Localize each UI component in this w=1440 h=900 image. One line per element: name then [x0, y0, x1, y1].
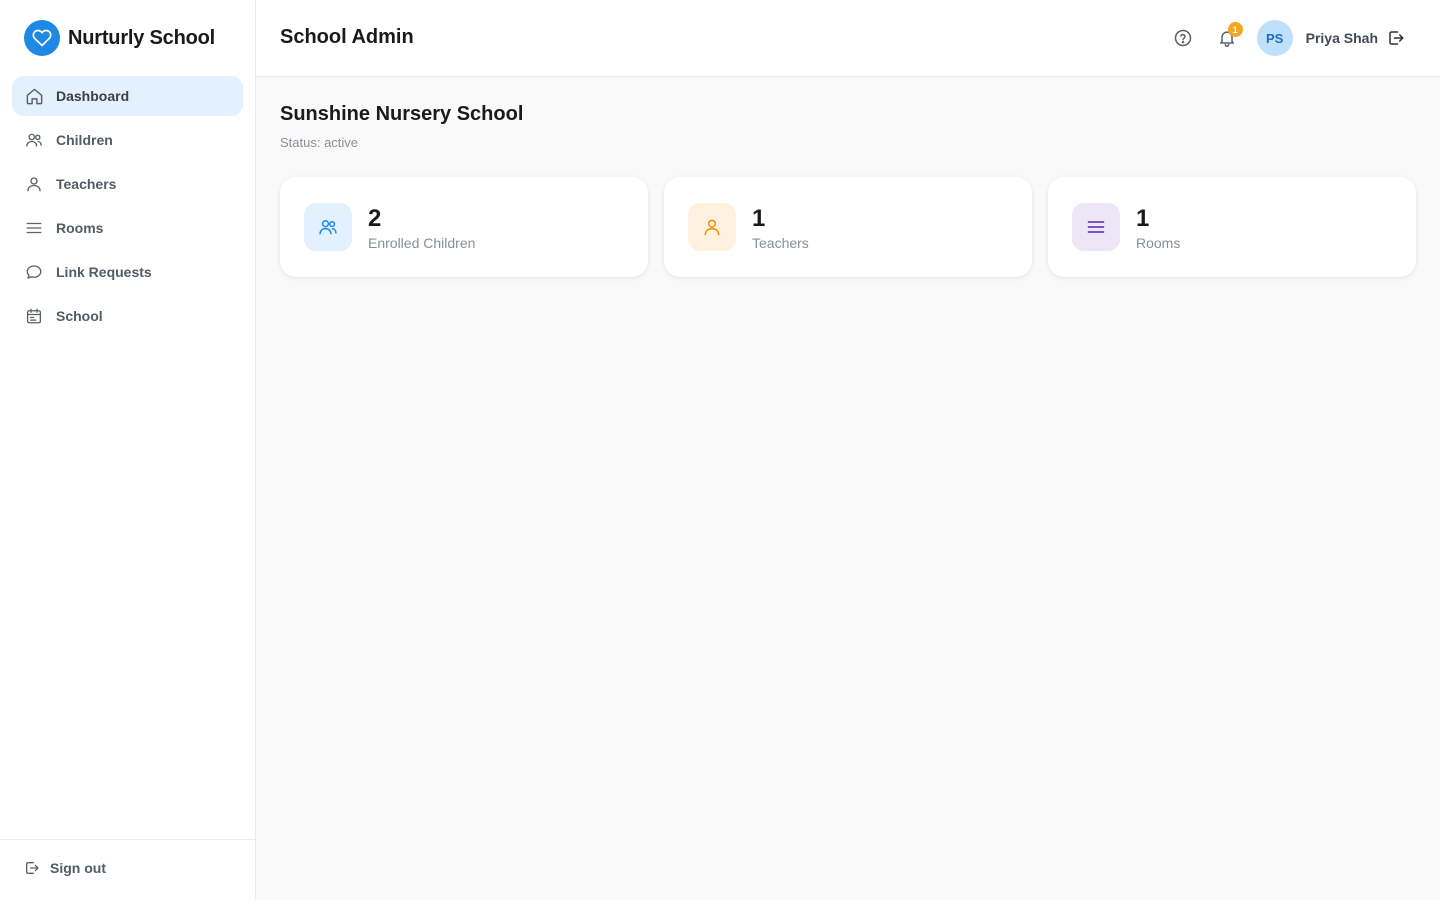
avatar[interactable]: PS [1256, 20, 1293, 56]
help-icon [1173, 28, 1193, 48]
heart-icon [24, 20, 60, 56]
users-icon [304, 203, 352, 251]
logout-icon [24, 860, 40, 876]
school-name: Sunshine Nursery School [280, 103, 524, 125]
sidebar-item-label: Teachers [56, 176, 117, 192]
sidebar: Nurturly School Dashboard Children Teach… [0, 0, 256, 900]
stat-label: Enrolled Children [368, 235, 476, 251]
menu-lines-icon [1072, 203, 1120, 251]
stats-row: 2 Enrolled Children 1 Teachers 1 Rooms [280, 177, 1416, 277]
users-icon [24, 130, 44, 150]
sidebar-item-label: School [56, 308, 103, 324]
chat-bubble-icon [24, 262, 44, 282]
stat-value: 1 [752, 205, 766, 232]
sign-out-label: Sign out [50, 860, 106, 876]
page-title: School Admin [280, 26, 414, 48]
stat-value: 2 [368, 205, 382, 232]
user-name[interactable]: Priya Shah [1306, 30, 1378, 46]
logout-icon [1387, 29, 1405, 47]
sidebar-nav: Dashboard Children Teachers Rooms Link R… [12, 76, 243, 340]
stat-card-teachers[interactable]: 1 Teachers [664, 177, 1032, 277]
notifications-button[interactable]: 1 [1209, 20, 1245, 56]
top-actions: 1 PS Priya Shah [1165, 20, 1408, 56]
home-icon [24, 86, 44, 106]
brand[interactable]: Nurturly School [24, 20, 215, 56]
sidebar-footer: Sign out [0, 839, 255, 900]
calendar-icon [24, 306, 44, 326]
stat-card-rooms[interactable]: 1 Rooms [1048, 177, 1416, 277]
sidebar-item-rooms[interactable]: Rooms [12, 208, 243, 248]
notification-badge: 1 [1227, 22, 1243, 37]
user-icon [688, 203, 736, 251]
user-icon [24, 174, 44, 194]
help-button[interactable] [1165, 20, 1201, 56]
brand-name: Nurturly School [68, 26, 216, 49]
stat-label: Teachers [752, 235, 809, 251]
menu-lines-icon [24, 218, 44, 238]
school-status: Status: active [280, 135, 359, 150]
sidebar-item-label: Dashboard [56, 88, 130, 104]
sign-out-button[interactable]: Sign out [24, 860, 106, 876]
logout-button[interactable] [1384, 20, 1408, 56]
sidebar-item-label: Children [56, 132, 113, 148]
sidebar-item-label: Rooms [56, 220, 104, 236]
stat-value: 1 [1136, 205, 1150, 232]
sidebar-item-children[interactable]: Children [12, 120, 243, 160]
stat-card-children[interactable]: 2 Enrolled Children [280, 177, 648, 277]
sidebar-item-school[interactable]: School [12, 296, 243, 336]
topbar: School Admin 1 PS Priya Shah [256, 0, 1440, 77]
sidebar-item-label: Link Requests [56, 264, 152, 280]
sidebar-item-dashboard[interactable]: Dashboard [12, 76, 243, 116]
sidebar-item-link-requests[interactable]: Link Requests [12, 252, 243, 292]
stat-label: Rooms [1136, 235, 1181, 251]
sidebar-item-teachers[interactable]: Teachers [12, 164, 243, 204]
